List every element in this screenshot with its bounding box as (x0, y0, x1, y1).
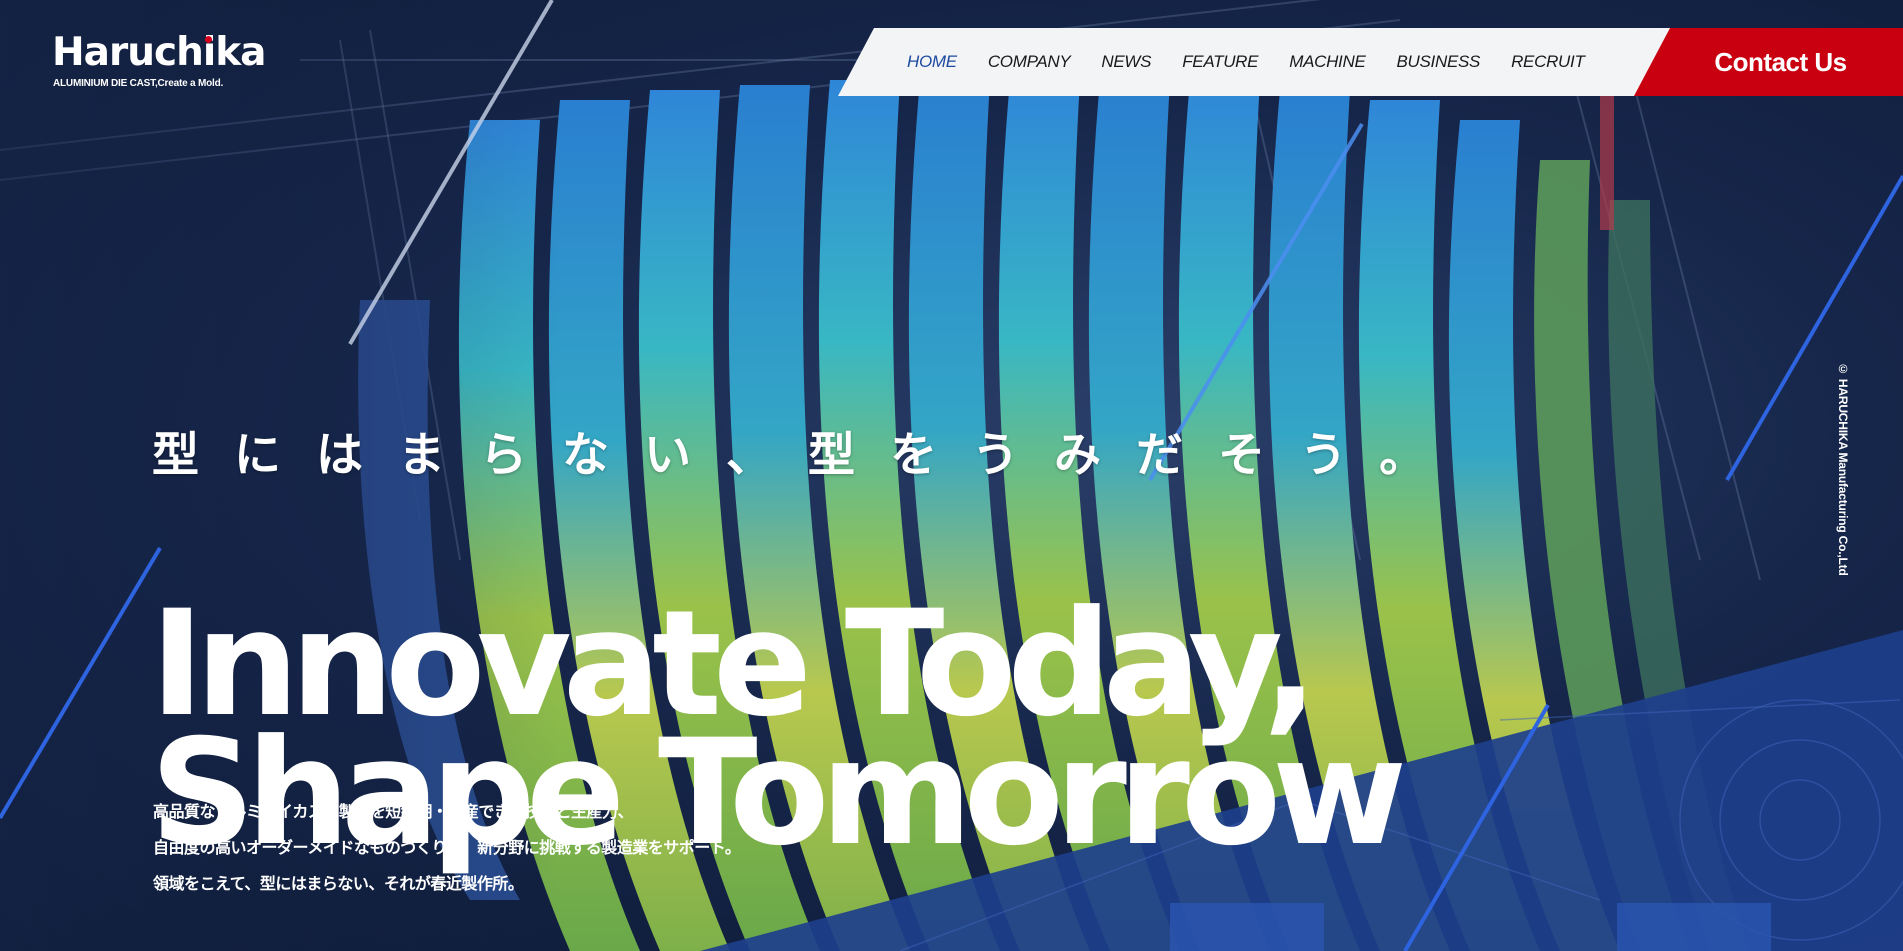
hero-section: Haruchika ALUMINIUM DIE CAST,Create a Mo… (0, 0, 1903, 951)
lead-line-2: 自由度の高いオーダーメイドなものづくりで、新分野に挑戦する製造業をサポート。 (153, 838, 741, 857)
main-navigation: HOME COMPANY NEWS FEATURE MACHINE BUSINE… (838, 28, 1674, 96)
contact-us-button[interactable]: Contact Us (1634, 28, 1903, 96)
nav-item-machine[interactable]: MACHINE (1289, 52, 1366, 72)
hero-catchphrase: 型にはまらない、型をうみだそう。 (152, 428, 1462, 483)
nav-item-news[interactable]: NEWS (1101, 52, 1151, 72)
lead-line-3: 領域をこえて、型にはまらない、それが春近製作所。 (153, 874, 524, 893)
nav-item-home[interactable]: HOME (907, 52, 957, 72)
copyright-text: © HARUCHIKA Manufacturing Co.,Ltd (1836, 362, 1850, 576)
hero-lead-text: 高品質なアルミダイカスト製品を短納期・量産できる技術と生産力、 自由度の高いオー… (153, 794, 741, 902)
logo-name: Haruchika (52, 30, 266, 75)
lead-line-1: 高品質なアルミダイカスト製品を短納期・量産できる技術と生産力、 (153, 802, 634, 821)
logo-dot-icon (205, 36, 212, 43)
nav-list: HOME COMPANY NEWS FEATURE MACHINE BUSINE… (838, 52, 1616, 72)
nav-item-feature[interactable]: FEATURE (1182, 52, 1258, 72)
logo-tagline: ALUMINIUM DIE CAST,Create a Mold. (53, 78, 224, 89)
site-logo[interactable]: Haruchika ALUMINIUM DIE CAST,Create a Mo… (52, 30, 266, 89)
nav-item-recruit[interactable]: RECRUIT (1511, 52, 1585, 72)
nav-item-business[interactable]: BUSINESS (1397, 52, 1481, 72)
nav-item-company[interactable]: COMPANY (988, 52, 1071, 72)
